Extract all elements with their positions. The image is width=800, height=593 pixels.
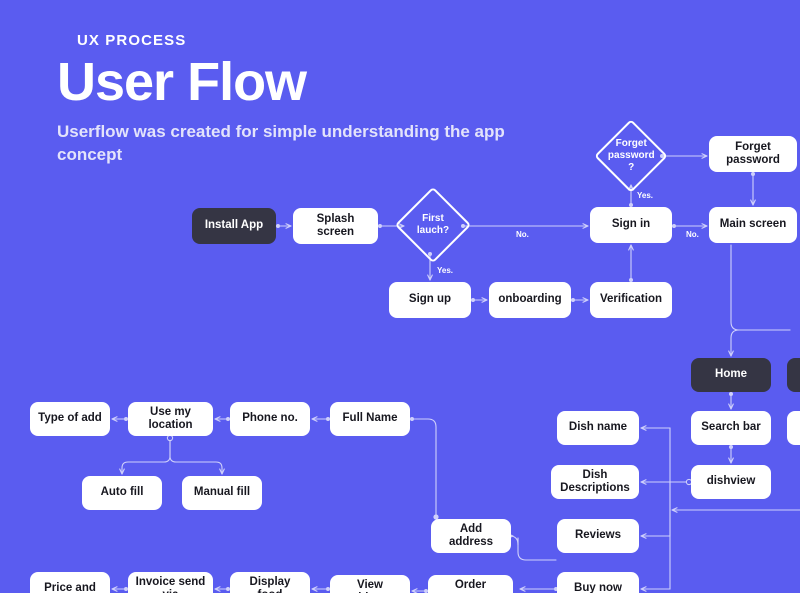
flow-node-price_and[interactable]: Price and xyxy=(30,572,110,593)
flow-node-label: First lauch? xyxy=(416,213,450,236)
flow-node-label: Buy now xyxy=(574,582,622,593)
flow-node-dish_name[interactable]: Dish name xyxy=(557,411,639,445)
flow-node-label: Order summary xyxy=(445,578,496,593)
flow-node-label: Home xyxy=(715,368,747,381)
flow-node-type_of_add[interactable]: Type of add xyxy=(30,402,110,436)
edge-label-signin_no: No. xyxy=(686,230,699,239)
flow-node-label: Sign up xyxy=(408,293,452,306)
flow-node-label: Invoice send via xyxy=(135,575,206,593)
flow-node-manual_fill[interactable]: Manual fill xyxy=(182,476,262,510)
flow-node-label: Add address xyxy=(448,522,494,548)
flow-node-label: Install App xyxy=(204,219,264,232)
flow-node-full_name[interactable]: Full Name xyxy=(330,402,410,436)
flow-node-label: Sign in xyxy=(611,218,651,231)
flow-node-label: Use my location xyxy=(148,405,193,431)
flow-node-verification[interactable]: Verification xyxy=(590,282,672,318)
flow-node-invoice_send_via[interactable]: Invoice send via xyxy=(128,572,213,593)
flow-node-label: Display food xyxy=(249,575,291,593)
flow-node-label: onboarding xyxy=(498,293,562,306)
flow-node-home_right[interactable] xyxy=(787,358,800,392)
flow-node-install_app[interactable]: Install App xyxy=(192,208,276,244)
flow-node-main_screen[interactable]: Main screen xyxy=(709,207,797,243)
userflow-canvas: UX PROCESS User Flow Userflow was create… xyxy=(0,0,800,593)
flow-node-view_address[interactable]: View address xyxy=(330,575,410,593)
flow-node-label: Forget password ? xyxy=(607,138,655,173)
flow-node-label: Splash screen xyxy=(316,212,355,238)
flow-node-label: Price and xyxy=(44,582,96,593)
flow-node-label: Main screen xyxy=(719,218,787,231)
flow-node-label: Forget password xyxy=(726,140,780,166)
flow-node-first_launch[interactable]: First lauch? xyxy=(394,186,472,264)
flow-node-onboarding[interactable]: onboarding xyxy=(489,282,571,318)
flow-node-sign_in[interactable]: Sign in xyxy=(590,207,672,243)
edge-label-first_launch_no: No. xyxy=(516,230,529,239)
flow-node-label: View address xyxy=(348,578,392,593)
flow-node-label: Full Name xyxy=(342,412,398,425)
page-header: UX PROCESS User Flow Userflow was create… xyxy=(57,32,537,167)
flow-node-order_summary[interactable]: Order summary xyxy=(428,575,513,593)
flow-node-phone_no[interactable]: Phone no. xyxy=(230,402,310,436)
flow-node-splash_screen[interactable]: Splash screen xyxy=(293,208,378,244)
flow-node-label: dishview xyxy=(706,475,756,488)
flow-node-forget_q[interactable]: Forget password ? xyxy=(594,119,668,193)
flow-node-label: Dish Descriptions xyxy=(560,468,630,494)
flow-node-dish_desc[interactable]: Dish Descriptions xyxy=(551,465,639,499)
flow-node-forget_password[interactable]: Forget password xyxy=(709,136,797,172)
flow-node-label: Type of add xyxy=(38,412,102,425)
flow-node-search_bar[interactable]: Search bar xyxy=(691,411,771,445)
header-subtitle: Userflow was created for simple understa… xyxy=(57,122,505,164)
flow-node-label: Dish name xyxy=(568,421,628,434)
flow-node-reviews[interactable]: Reviews xyxy=(557,519,639,553)
flow-node-label: Manual fill xyxy=(193,486,251,499)
flow-node-label: Reviews xyxy=(574,529,622,542)
flow-node-sign_up[interactable]: Sign up xyxy=(389,282,471,318)
flow-node-label: Verification xyxy=(600,293,662,306)
edge-label-forget_yes: Yes. xyxy=(637,191,654,200)
flow-node-add_address[interactable]: Add address xyxy=(431,519,511,553)
flow-node-buy_now[interactable]: Buy now xyxy=(557,572,639,593)
flow-node-label: Phone no. xyxy=(242,412,298,425)
flow-node-dishview[interactable]: dishview xyxy=(691,465,771,499)
flow-node-label: Search bar xyxy=(701,421,761,434)
flow-node-use_my_location[interactable]: Use my location xyxy=(128,402,213,436)
flow-node-auto_fill[interactable]: Auto fill xyxy=(82,476,162,510)
flow-node-search_right[interactable] xyxy=(787,411,800,445)
flow-node-label: Auto fill xyxy=(100,486,144,499)
page-title: User Flow xyxy=(57,52,307,112)
header-eyebrow: UX PROCESS xyxy=(77,32,187,49)
flow-node-display_food[interactable]: Display food xyxy=(230,572,310,593)
flow-node-home[interactable]: Home xyxy=(691,358,771,392)
edge-label-first_launch_yes: Yes. xyxy=(437,266,454,275)
